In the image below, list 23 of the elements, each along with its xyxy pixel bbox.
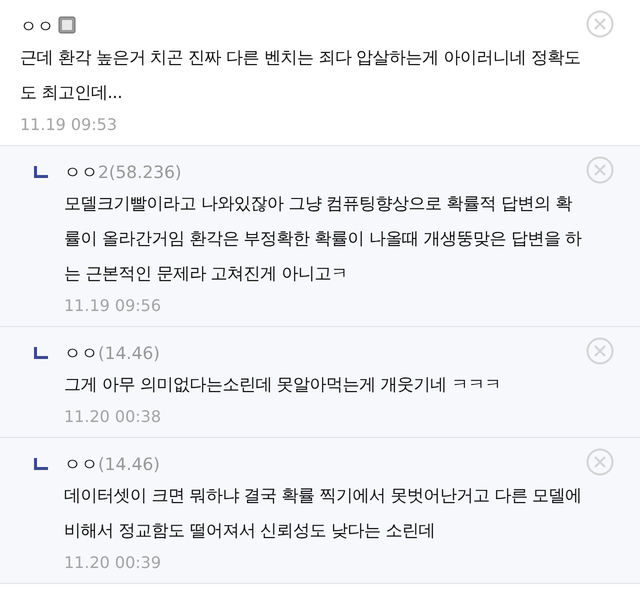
user-ip: (14.46) xyxy=(98,454,160,476)
comment-time: 11.20 00:38 xyxy=(64,406,162,428)
fixed-nick-icon xyxy=(58,16,76,34)
comment-text: 근데 환각 높은거 치곤 진짜 다른 벤치는 죄다 압살하는게 아이러니네 정확도도 최고인데... xyxy=(20,47,582,105)
comment-text: 그게 아무 의미없다는소린데 못알아먹는게 개웃기네 ㅋㅋㅋ xyxy=(64,374,502,397)
user-ip: 2(58.236) xyxy=(98,162,182,184)
user-ip: (14.46) xyxy=(98,342,160,366)
close-icon[interactable] xyxy=(586,337,614,365)
user-name: ㅇㅇ xyxy=(64,162,98,184)
comment-time: 11.20 00:39 xyxy=(64,552,162,574)
close-icon[interactable] xyxy=(586,448,614,476)
close-icon[interactable] xyxy=(586,156,614,184)
comment-time: 11.19 09:56 xyxy=(64,295,162,317)
reply-corner-icon xyxy=(34,166,48,178)
user-name: ㅇㅇ xyxy=(64,342,98,366)
user-name: ㅇㅇ xyxy=(20,16,54,38)
user-name: ㅇㅇ xyxy=(64,454,98,476)
comment-text: 모델크기빨이라고 나와있잖아 그냥 컴퓨팅향상으로 확률적 답변의 확률이 올라간거임 환각은 부정확한 확률이 나올때 개생뚱맞은 답변을 하는 근본적인 문제라 고쳐진게 아니고ㅋ xyxy=(64,193,583,286)
close-icon[interactable] xyxy=(586,10,614,38)
reply-corner-icon xyxy=(34,347,48,359)
comment-time: 11.19 09:53 xyxy=(20,114,118,136)
reply-corner-icon xyxy=(34,458,48,470)
comment-text: 데이터셋이 크면 뭐하냐 결국 확률 찍기에서 못벗어난거고 다른 모델에 비해서 정교함도 떨어져서 신뢰성도 낮다는 소린데 xyxy=(64,485,583,543)
